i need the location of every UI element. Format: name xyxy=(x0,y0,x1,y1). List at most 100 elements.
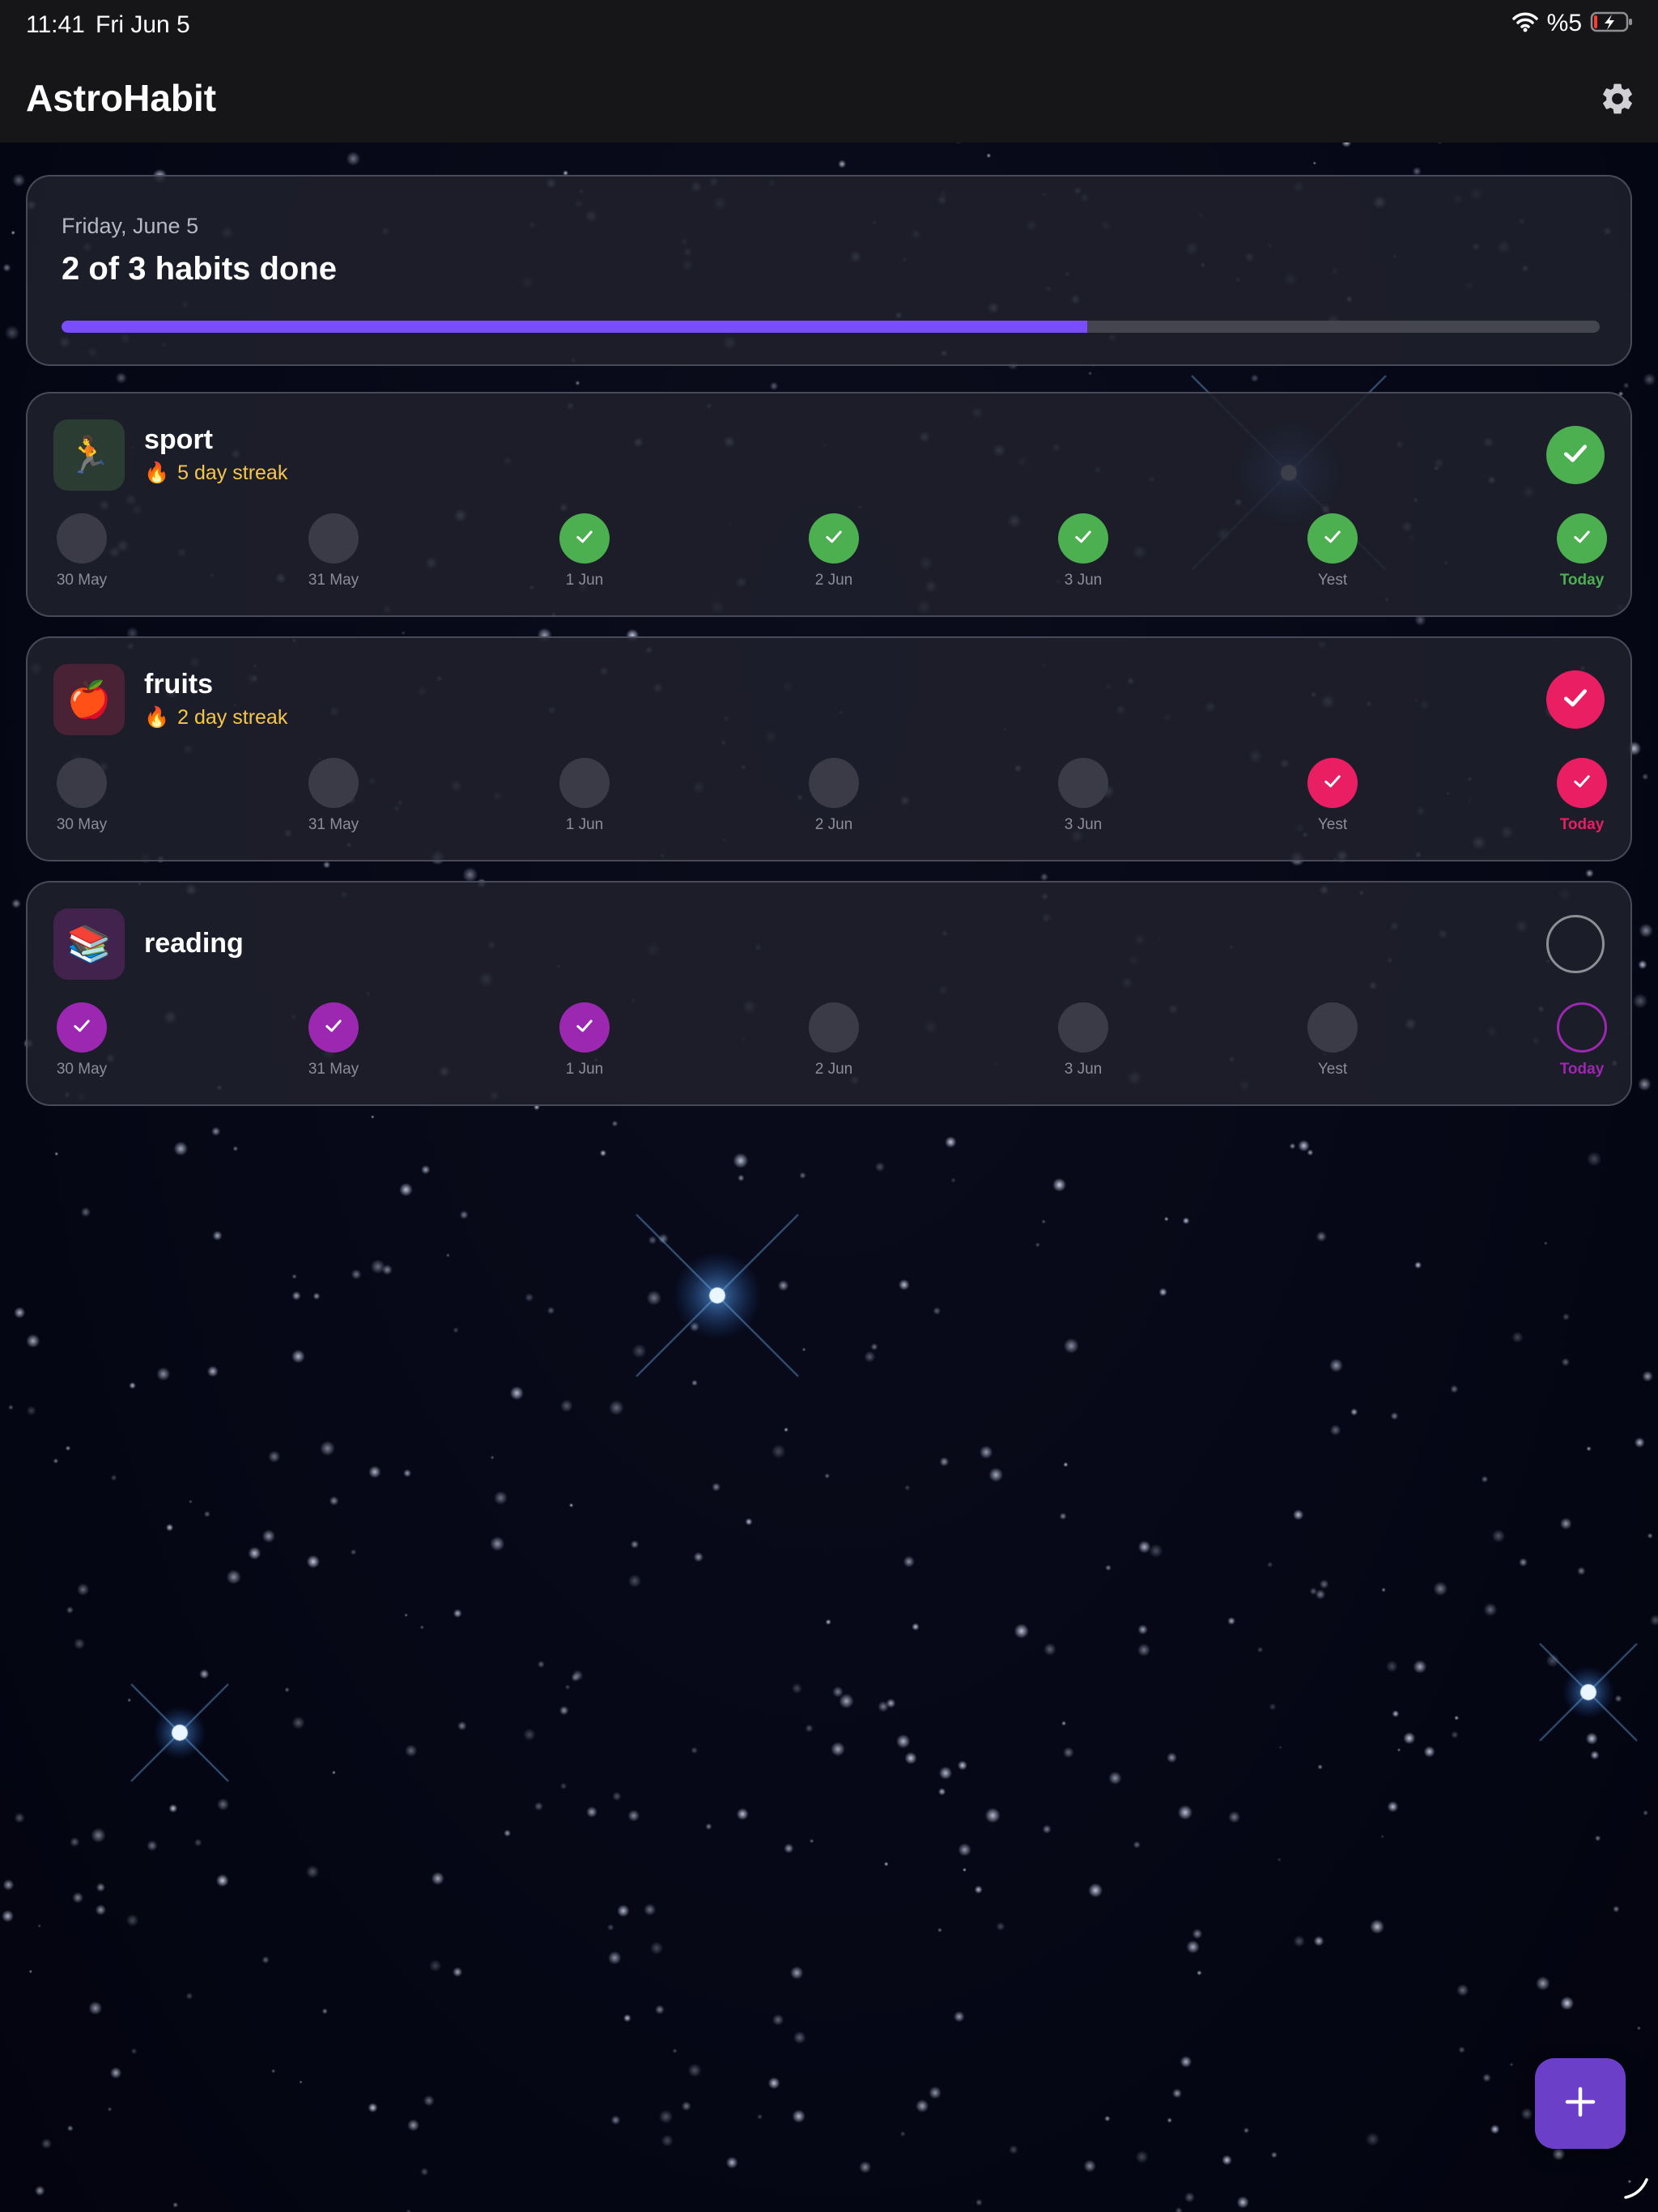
day-cell: Yest xyxy=(1284,513,1381,589)
day-label: 1 Jun xyxy=(565,1061,604,1078)
check-icon xyxy=(322,1015,345,1041)
day-toggle-0[interactable] xyxy=(57,1002,107,1053)
habit-streak: 🔥 5 day streak xyxy=(144,462,287,485)
day-cell: 1 Jun xyxy=(536,1002,633,1078)
day-toggle-2[interactable] xyxy=(559,1002,610,1053)
plus-icon xyxy=(1562,2084,1598,2124)
fire-icon: 🔥 xyxy=(144,462,170,484)
day-label: 30 May xyxy=(56,1061,108,1078)
check-icon xyxy=(1321,525,1344,552)
app-title: AstroHabit xyxy=(26,77,217,119)
day-cell: Yest xyxy=(1284,758,1381,834)
day-toggle-6[interactable] xyxy=(1557,513,1607,564)
day-label: Yest xyxy=(1317,816,1348,833)
day-toggle-1[interactable] xyxy=(308,513,359,564)
status-date: Fri Jun 5 xyxy=(96,11,190,38)
day-cell: 3 Jun xyxy=(1035,1002,1132,1078)
habit-name: fruits xyxy=(144,669,213,700)
status-indicators: %5 xyxy=(1511,10,1634,37)
day-label: 1 Jun xyxy=(565,816,604,833)
day-label: 1 Jun xyxy=(565,572,604,589)
day-toggle-0[interactable] xyxy=(57,513,107,564)
day-label: 30 May xyxy=(56,816,108,833)
check-icon xyxy=(1571,770,1593,797)
day-cell: 30 May xyxy=(33,1002,130,1078)
day-toggle-5[interactable] xyxy=(1307,1002,1358,1053)
day-label: 31 May xyxy=(308,816,359,833)
day-label: 2 Jun xyxy=(814,572,853,589)
check-icon xyxy=(1559,437,1592,474)
daily-progress-bar xyxy=(62,321,1600,333)
day-label: 2 Jun xyxy=(814,816,853,833)
habit-done-toggle[interactable] xyxy=(1546,915,1605,973)
wifi-icon xyxy=(1511,11,1539,36)
day-label: Today xyxy=(1559,1061,1605,1078)
resize-handle-icon xyxy=(1622,2176,1650,2205)
day-label: Today xyxy=(1559,816,1605,833)
day-toggle-4[interactable] xyxy=(1058,758,1108,808)
day-label: 30 May xyxy=(56,572,108,589)
day-label: Yest xyxy=(1317,1061,1348,1078)
check-icon xyxy=(1559,682,1592,718)
day-toggle-6[interactable] xyxy=(1557,758,1607,808)
check-icon xyxy=(1571,525,1593,552)
check-icon xyxy=(573,1015,596,1041)
status-time: 11:41 xyxy=(26,11,85,38)
day-toggle-1[interactable] xyxy=(308,1002,359,1053)
check-icon xyxy=(1072,525,1095,552)
battery-charging-icon xyxy=(1590,11,1634,37)
day-cell: 3 Jun xyxy=(1035,513,1132,589)
check-icon xyxy=(1321,770,1344,797)
habit-card-sport[interactable]: 🏃 sport 🔥 5 day streak 30 May 31 May 1 Jun 2 Ju… xyxy=(26,392,1632,617)
day-cell: 2 Jun xyxy=(785,758,882,834)
day-toggle-3[interactable] xyxy=(809,1002,859,1053)
day-toggle-4[interactable] xyxy=(1058,513,1108,564)
app-header: AstroHabit xyxy=(0,57,1658,143)
day-toggle-4[interactable] xyxy=(1058,1002,1108,1053)
day-label: 3 Jun xyxy=(1064,572,1103,589)
habit-streak: 🔥 2 day streak xyxy=(144,706,287,730)
streak-text: 2 day streak xyxy=(177,706,288,729)
habit-card-reading[interactable]: 📚 reading 30 May 31 May 1 Jun 2 Jun 3 Jun Yest T… xyxy=(26,881,1632,1106)
daily-progress-fill xyxy=(62,321,1088,333)
habit-name: sport xyxy=(144,424,213,455)
day-toggle-5[interactable] xyxy=(1307,758,1358,808)
status-bar: 11:41 Fri Jun 5 %5 xyxy=(0,0,1658,57)
summary-date: Friday, June 5 xyxy=(62,214,199,238)
fire-icon: 🔥 xyxy=(144,706,170,729)
habit-icon: 📚 xyxy=(53,908,125,980)
day-label: 3 Jun xyxy=(1064,1061,1103,1078)
day-cell: 30 May xyxy=(33,513,130,589)
day-toggle-1[interactable] xyxy=(308,758,359,808)
habit-done-toggle[interactable] xyxy=(1546,426,1605,484)
day-label: 3 Jun xyxy=(1064,816,1103,833)
day-cell: Today xyxy=(1533,1002,1630,1078)
daily-summary-card: Friday, June 5 2 of 3 habits done xyxy=(26,175,1632,366)
day-toggle-3[interactable] xyxy=(809,758,859,808)
add-habit-button[interactable] xyxy=(1535,2058,1626,2149)
day-label: 2 Jun xyxy=(814,1061,853,1078)
day-toggle-0[interactable] xyxy=(57,758,107,808)
day-cell: 2 Jun xyxy=(785,513,882,589)
day-toggle-2[interactable] xyxy=(559,758,610,808)
habit-done-toggle[interactable] xyxy=(1546,670,1605,729)
day-toggle-3[interactable] xyxy=(809,513,859,564)
day-cell: Today xyxy=(1533,513,1630,589)
habit-card-fruits[interactable]: 🍎 fruits 🔥 2 day streak 30 May 31 May 1 Jun 2 J… xyxy=(26,636,1632,861)
check-icon xyxy=(573,525,596,552)
day-cell: 30 May xyxy=(33,758,130,834)
day-toggle-6[interactable] xyxy=(1557,1002,1607,1053)
day-label: 31 May xyxy=(308,572,359,589)
day-cell: 3 Jun xyxy=(1035,758,1132,834)
day-toggle-5[interactable] xyxy=(1307,513,1358,564)
day-cell: Today xyxy=(1533,758,1630,834)
settings-button[interactable] xyxy=(1593,76,1642,125)
day-toggle-2[interactable] xyxy=(559,513,610,564)
day-label: 31 May xyxy=(308,1061,359,1078)
day-label: Yest xyxy=(1317,572,1348,589)
day-cell: 31 May xyxy=(285,758,382,834)
check-icon xyxy=(823,525,845,552)
day-cell: 31 May xyxy=(285,513,382,589)
streak-text: 5 day streak xyxy=(177,462,288,484)
battery-percent: %5 xyxy=(1546,10,1582,36)
